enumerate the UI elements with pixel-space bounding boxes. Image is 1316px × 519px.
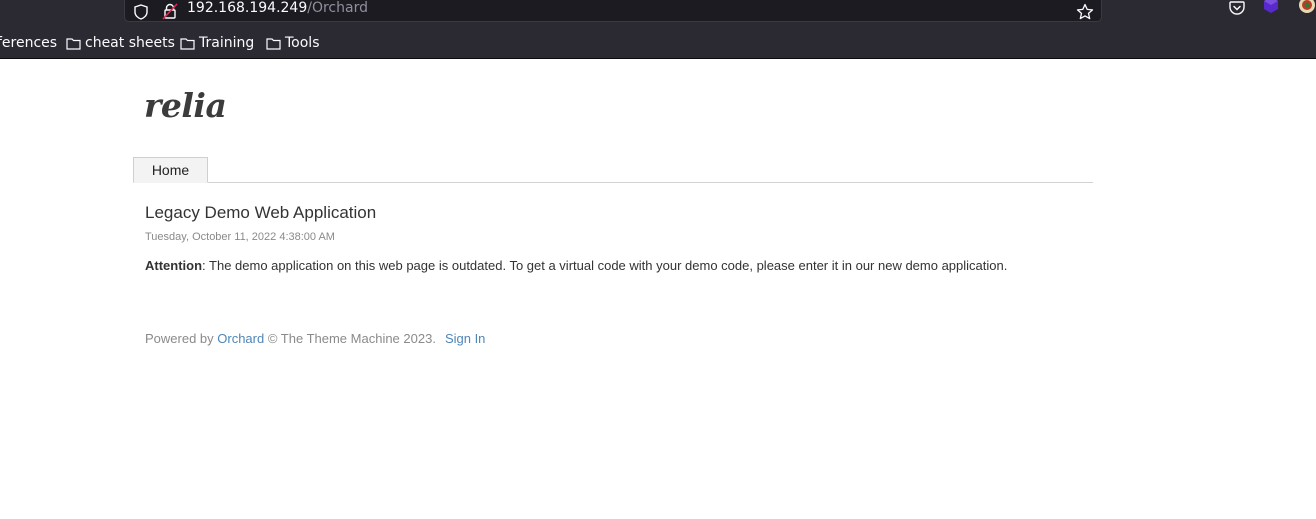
url-host: 192.168.194.249 bbox=[187, 0, 308, 16]
post-title: Legacy Demo Web Application bbox=[145, 203, 377, 222]
shield-icon[interactable] bbox=[133, 4, 149, 20]
folder-icon bbox=[66, 37, 81, 50]
bookmark-star-icon[interactable] bbox=[1076, 3, 1094, 21]
folder-icon bbox=[266, 37, 281, 50]
url-text[interactable]: 192.168.194.249/Orchard bbox=[187, 0, 368, 16]
bookmark-folder-cheat-sheets[interactable]: cheat sheets bbox=[66, 33, 175, 53]
post-body: Attention: The demo application on this … bbox=[145, 258, 1007, 273]
folder-icon bbox=[180, 37, 195, 50]
bookmarks-toolbar: ferences cheat sheets Training Tools bbox=[0, 33, 1316, 53]
nav-divider bbox=[133, 182, 1093, 183]
nav-item-home[interactable]: Home bbox=[133, 157, 208, 183]
pocket-icon[interactable] bbox=[1228, 0, 1246, 17]
post-body-strong: Attention bbox=[145, 258, 203, 273]
bookmark-preferences[interactable]: ferences bbox=[0, 33, 57, 53]
post-body-text: : The demo application on this web page … bbox=[202, 258, 1008, 273]
bookmark-label: Tools bbox=[285, 35, 320, 51]
extension-icon[interactable] bbox=[1262, 0, 1280, 14]
extension-icon[interactable] bbox=[1298, 0, 1316, 14]
lock-insecure-icon[interactable] bbox=[162, 3, 178, 20]
footer-copyright: © The Theme Machine 2023. bbox=[264, 331, 436, 346]
sign-in-link[interactable]: Sign In bbox=[445, 331, 485, 346]
orchard-link[interactable]: Orchard bbox=[217, 331, 264, 346]
url-path: /Orchard bbox=[307, 0, 368, 16]
bookmark-label: Training bbox=[199, 35, 255, 51]
bookmark-label: cheat sheets bbox=[85, 35, 175, 51]
page-content: relia Home Legacy Demo Web Application T… bbox=[0, 60, 1316, 519]
bookmark-folder-tools[interactable]: Tools bbox=[266, 33, 320, 53]
browser-chrome: 192.168.194.249/Orchard ferences cheat s… bbox=[0, 0, 1316, 59]
address-bar[interactable]: 192.168.194.249/Orchard bbox=[124, 0, 1102, 22]
footer-powered-by: Powered by bbox=[145, 331, 218, 346]
bookmark-label: ferences bbox=[0, 35, 58, 51]
site-title[interactable]: relia bbox=[144, 86, 227, 125]
bookmark-folder-training[interactable]: Training bbox=[180, 33, 254, 53]
post-date: Tuesday, October 11, 2022 4:38:00 AM bbox=[145, 231, 335, 243]
footer: Powered by Orchard © The Theme Machine 2… bbox=[145, 331, 485, 346]
